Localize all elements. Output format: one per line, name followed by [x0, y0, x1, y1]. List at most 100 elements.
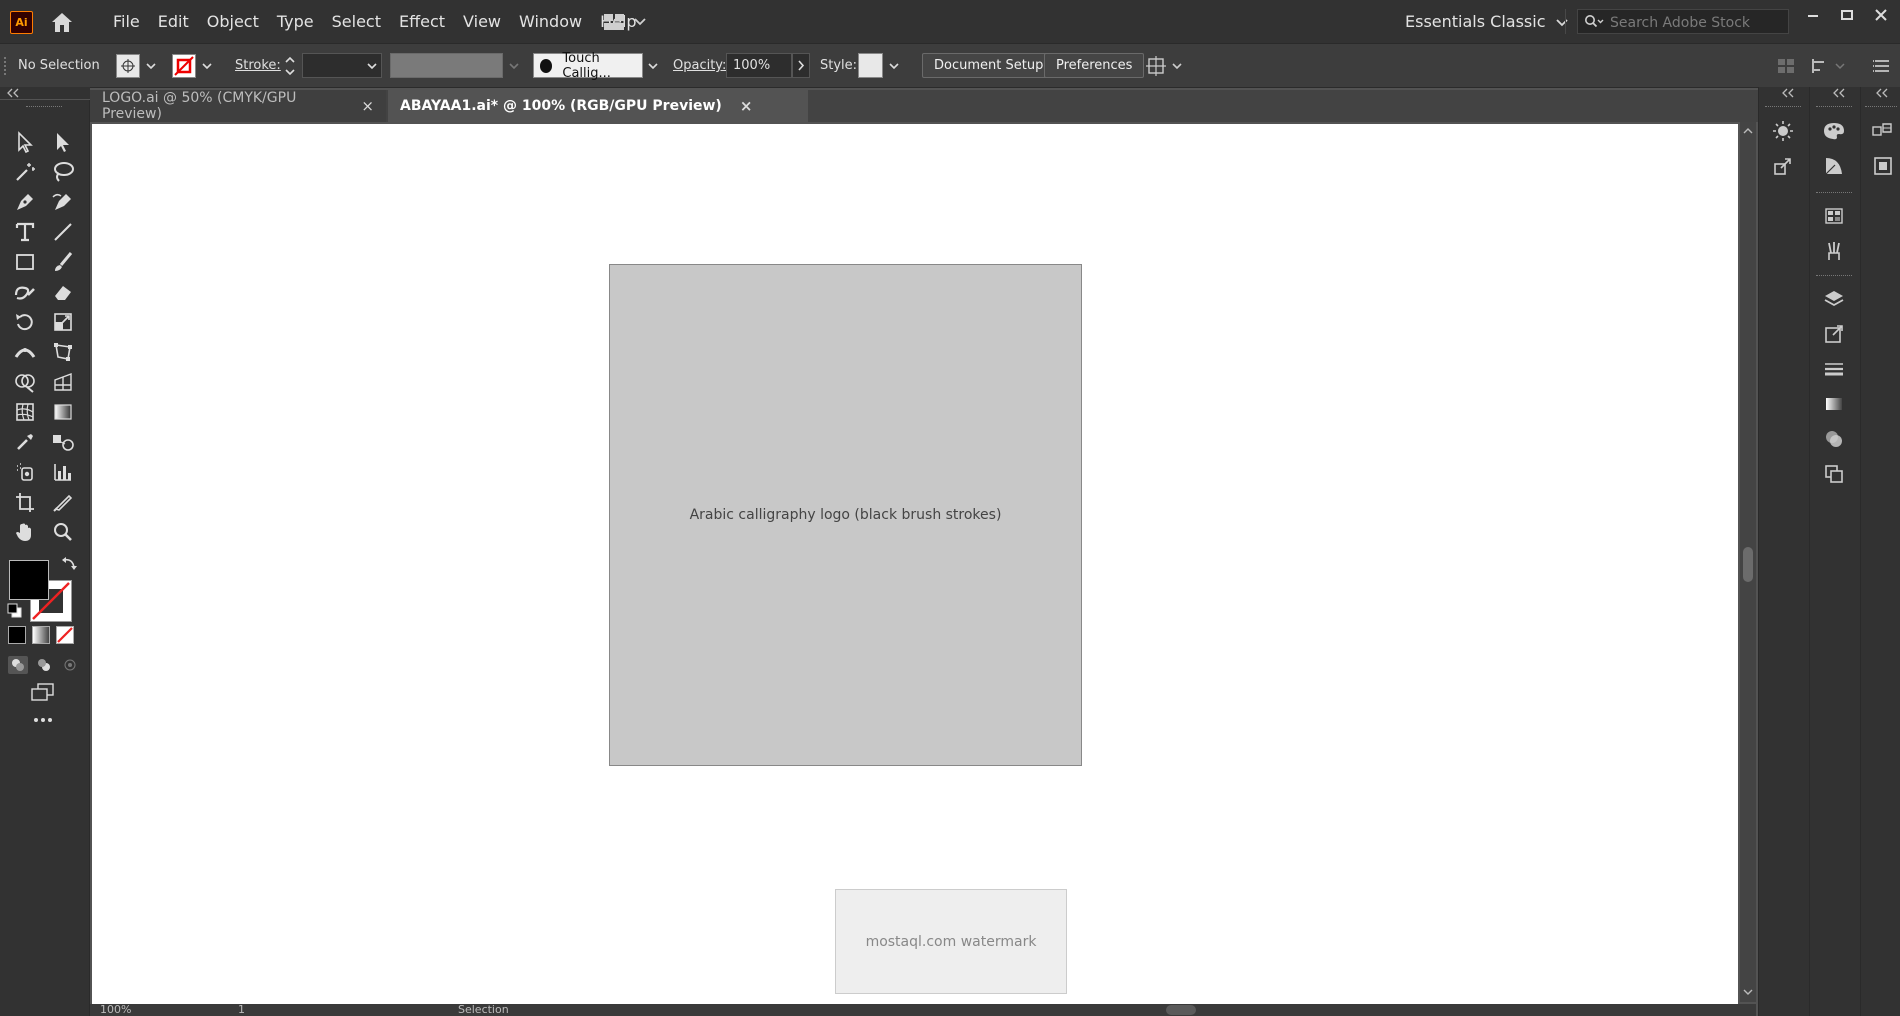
hand-tool-icon[interactable] [10, 519, 40, 545]
rotate-tool-icon[interactable] [10, 309, 40, 335]
panel-menu-icon[interactable] [1872, 56, 1892, 76]
close-icon[interactable]: × [361, 97, 374, 115]
color-mode-button[interactable] [8, 626, 26, 644]
appearance-icon[interactable] [1820, 460, 1848, 488]
chevron-down-icon[interactable] [202, 61, 212, 71]
menu-effect[interactable]: Effect [390, 12, 454, 31]
rectangle-tool-icon[interactable] [10, 249, 40, 275]
double-chevron-icon[interactable] [1781, 88, 1795, 98]
chevron-down-icon[interactable] [648, 61, 658, 71]
fill-swatch[interactable] [116, 53, 140, 78]
shaper-tool-icon[interactable] [10, 279, 40, 305]
perspective-grid-tool-icon[interactable] [48, 369, 78, 395]
graphic-style-swatch[interactable] [858, 53, 883, 78]
line-tool-icon[interactable] [48, 219, 78, 245]
layers-icon[interactable] [1820, 285, 1848, 313]
more-tools-icon[interactable] [30, 710, 56, 730]
brightness-icon[interactable] [1769, 117, 1797, 145]
transform-icon[interactable] [1810, 56, 1850, 76]
horizontal-scrollbar-thumb[interactable] [1166, 1005, 1196, 1015]
selection-tool-icon[interactable] [10, 129, 40, 155]
workspace-switcher[interactable]: Essentials Classic [1405, 0, 1570, 43]
draw-behind-icon[interactable] [34, 656, 54, 674]
stroke-weight-stepper[interactable] [282, 53, 298, 79]
chevron-up-icon[interactable] [1743, 126, 1753, 136]
transparency-icon[interactable] [1820, 425, 1848, 453]
brushes-icon[interactable] [1820, 237, 1848, 265]
stroke-weight-field[interactable] [302, 53, 382, 78]
opacity-field[interactable]: 100% [726, 53, 792, 78]
chevron-down-icon[interactable] [509, 61, 519, 71]
scale-tool-icon[interactable] [48, 309, 78, 335]
shape-builder-tool-icon[interactable] [10, 369, 40, 395]
mesh-tool-icon[interactable] [10, 399, 40, 425]
slice-tool-icon[interactable] [48, 489, 78, 515]
swatches-icon[interactable] [1820, 202, 1848, 230]
variable-width-profile[interactable] [390, 53, 503, 78]
menu-window[interactable]: Window [510, 12, 591, 31]
menu-edit[interactable]: Edit [149, 12, 198, 31]
eraser-tool-icon[interactable] [48, 279, 78, 305]
close-icon[interactable] [1864, 4, 1898, 26]
fill-control[interactable] [116, 52, 156, 79]
scrollbar-thumb[interactable] [1743, 547, 1753, 582]
lasso-tool-icon[interactable] [48, 159, 78, 185]
paintbrush-tool-icon[interactable] [48, 249, 78, 275]
direct-selection-tool-icon[interactable] [48, 129, 78, 155]
width-tool-icon[interactable] [10, 339, 40, 365]
canvas-area[interactable]: Arabic calligraphy logo (black brush str… [90, 122, 1756, 1016]
calligraphy-artwork[interactable]: Arabic calligraphy logo (black brush str… [609, 264, 1082, 766]
artboard-tool-icon[interactable] [10, 489, 40, 515]
column-graph-tool-icon[interactable] [48, 459, 78, 485]
eyedropper-tool-icon[interactable] [10, 429, 40, 455]
chevron-down-icon[interactable] [146, 61, 156, 71]
stroke-control[interactable] [172, 52, 212, 79]
chevron-right-icon[interactable] [792, 53, 810, 78]
vertical-scrollbar[interactable] [1740, 122, 1756, 1002]
draw-inside-icon[interactable] [60, 656, 80, 674]
libraries-icon[interactable] [1869, 117, 1897, 145]
asset-export-icon[interactable] [1820, 320, 1848, 348]
stock-search-input[interactable] [1608, 12, 1787, 33]
gradient-tool-icon[interactable] [48, 399, 78, 425]
zoom-tool-icon[interactable] [48, 519, 78, 545]
puppet-warp-icon[interactable] [1146, 54, 1186, 78]
menu-view[interactable]: View [454, 12, 510, 31]
symbol-sprayer-tool-icon[interactable] [10, 459, 40, 485]
draw-normal-icon[interactable] [8, 656, 28, 674]
menu-object[interactable]: Object [198, 12, 268, 31]
menu-select[interactable]: Select [323, 12, 390, 31]
tab-logo-ai[interactable]: LOGO.ai @ 50% (CMYK/GPU Preview) × [90, 90, 386, 122]
gradient-mode-button[interactable] [32, 626, 50, 644]
blend-tool-icon[interactable] [48, 429, 78, 455]
color-palette-icon[interactable] [1820, 117, 1848, 145]
minimize-icon[interactable] [1796, 4, 1830, 26]
fill-color-swatch[interactable] [9, 560, 49, 600]
double-chevron-icon[interactable] [1832, 88, 1846, 98]
screen-mode-icon[interactable] [30, 682, 56, 702]
arrange-documents-button[interactable] [601, 11, 651, 33]
restore-icon[interactable] [1830, 4, 1864, 26]
stroke-swatch[interactable] [172, 53, 196, 78]
artboard-number[interactable]: 1 [238, 1003, 245, 1016]
artboards-panel-icon[interactable] [1869, 152, 1897, 180]
document-setup-button[interactable]: Document Setup [922, 53, 1056, 78]
stock-search[interactable] [1577, 9, 1789, 34]
stroke-label[interactable]: Stroke: [235, 58, 281, 73]
align-icon[interactable] [1776, 56, 1796, 76]
home-icon[interactable] [47, 9, 77, 35]
magic-wand-tool-icon[interactable] [10, 159, 40, 185]
free-transform-tool-icon[interactable] [48, 339, 78, 365]
default-fill-stroke-icon[interactable] [7, 603, 23, 619]
curvature-tool-icon[interactable] [48, 189, 78, 215]
pen-tool-icon[interactable] [10, 189, 40, 215]
gradient-panel-icon[interactable] [1820, 390, 1848, 418]
stroke-panel-icon[interactable] [1820, 355, 1848, 383]
preferences-button[interactable]: Preferences [1044, 53, 1145, 78]
type-tool-icon[interactable] [10, 219, 40, 245]
export-asset-icon[interactable] [1769, 152, 1797, 180]
opacity-label[interactable]: Opacity: [673, 58, 726, 73]
swap-fill-stroke-icon[interactable] [60, 555, 78, 573]
artboard[interactable]: Arabic calligraphy logo (black brush str… [92, 124, 1738, 1004]
chevron-down-icon[interactable] [1743, 987, 1753, 997]
